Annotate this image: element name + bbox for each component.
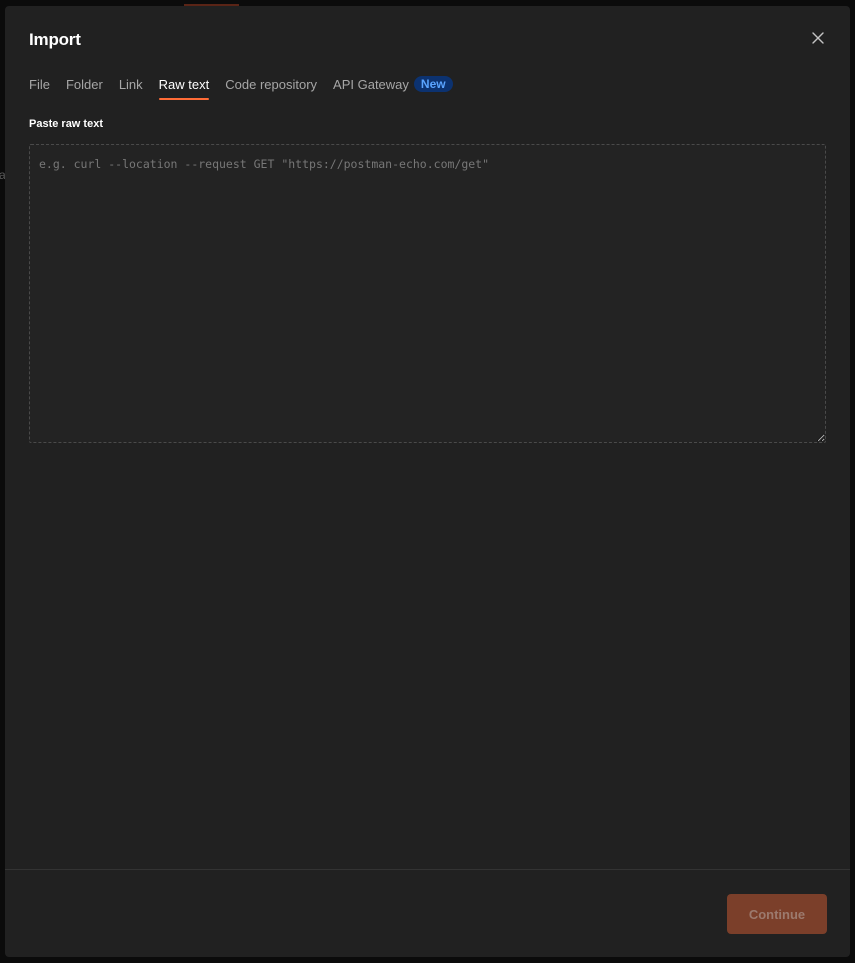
modal-title: Import	[29, 30, 81, 49]
import-modal: Import File Folder Link Raw text Code re…	[5, 6, 850, 957]
tab-raw-text[interactable]: Raw text	[158, 76, 210, 106]
raw-text-label: Paste raw text	[29, 118, 103, 130]
tab-api-gateway[interactable]: API Gateway New	[333, 76, 453, 106]
tab-code-repository[interactable]: Code repository	[225, 76, 317, 106]
tab-link[interactable]: Link	[119, 76, 143, 106]
close-button[interactable]	[808, 28, 828, 48]
continue-button[interactable]: Continue	[727, 894, 827, 934]
tab-file[interactable]: File	[29, 76, 50, 106]
tab-folder[interactable]: Folder	[66, 76, 103, 106]
tab-label: Code repository	[225, 77, 318, 92]
close-icon	[812, 32, 824, 44]
new-badge: New	[413, 76, 453, 92]
tab-label: API Gateway	[333, 77, 409, 92]
tab-label: File	[29, 77, 50, 92]
tab-label: Raw text	[158, 77, 210, 92]
tab-label: Folder	[65, 77, 103, 92]
tab-label: Link	[118, 77, 143, 92]
import-tabs: File Folder Link Raw text Code repositor…	[29, 76, 469, 106]
raw-text-input[interactable]	[29, 144, 826, 443]
footer-divider	[5, 869, 850, 870]
